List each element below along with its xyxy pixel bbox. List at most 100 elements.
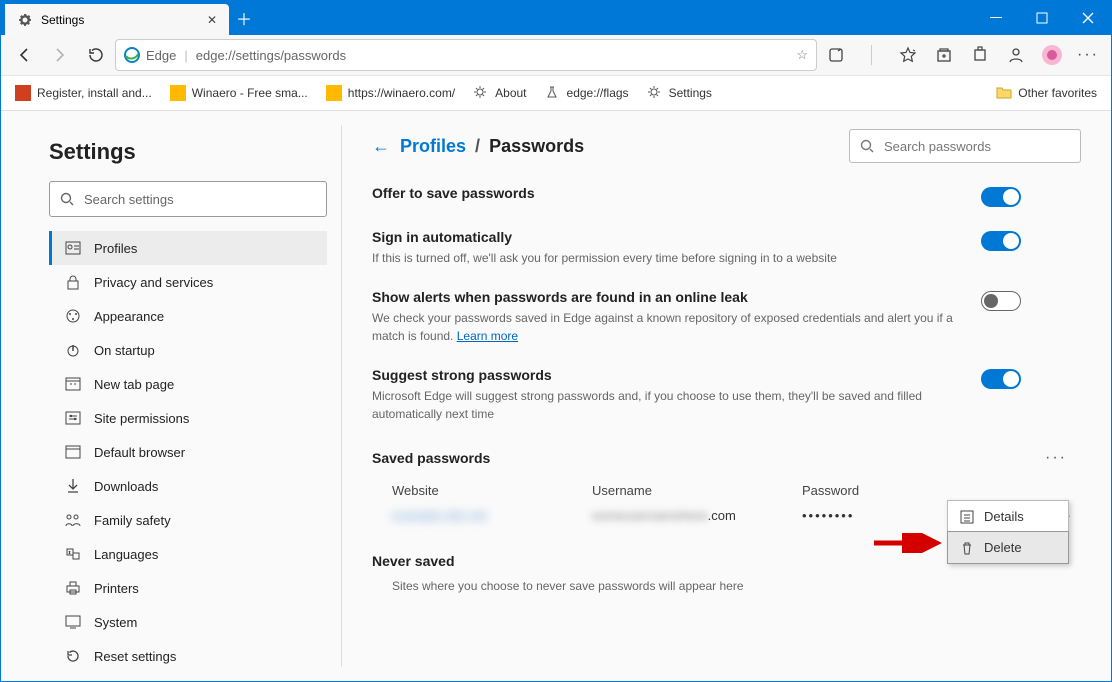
- setting-signin-desc: If this is turned off, we'll ask you for…: [372, 249, 981, 267]
- saved-website-value: example.site.net: [392, 508, 487, 523]
- tab-close-icon[interactable]: ✕: [207, 13, 217, 27]
- settings-main: ← Profiles / Passwords Search passwords …: [342, 111, 1111, 681]
- bookmarks-bar: Register, install and... Winaero - Free …: [1, 76, 1111, 111]
- col-password: Password: [802, 483, 962, 498]
- toolbar-favorites-button[interactable]: [891, 38, 925, 72]
- saved-password-row[interactable]: example.site.net someusernamehere.com ••…: [372, 508, 1081, 523]
- new-tab-button[interactable]: ＋: [229, 1, 259, 35]
- bookmark-item[interactable]: https://winaero.com/: [320, 81, 461, 105]
- toolbar-menu-button[interactable]: ···: [1071, 38, 1105, 72]
- gear-icon: [647, 85, 663, 101]
- learn-more-link[interactable]: Learn more: [457, 329, 518, 343]
- saved-username-value: someusernamehere: [592, 508, 708, 523]
- sidebar-item-downloads[interactable]: Downloads: [49, 469, 327, 503]
- address-bar[interactable]: Edge | edge://settings/passwords ☆: [115, 39, 817, 71]
- window-close-button[interactable]: [1065, 1, 1111, 35]
- gear-icon: [17, 12, 33, 28]
- window-maximize-button[interactable]: [1019, 1, 1065, 35]
- saved-username-suffix: .com: [708, 508, 736, 523]
- bookmark-item[interactable]: Winaero - Free sma...: [164, 81, 314, 105]
- context-item-delete[interactable]: Delete: [947, 531, 1069, 564]
- toolbar-divider: [855, 38, 889, 72]
- toggle-signin-auto[interactable]: [981, 231, 1021, 251]
- browser-toolbar: Edge | edge://settings/passwords ☆ ···: [1, 35, 1111, 76]
- sidebar-item-newtab[interactable]: New tab page: [49, 367, 327, 401]
- search-settings-input[interactable]: Search settings: [49, 181, 327, 217]
- breadcrumb: Profiles / Passwords: [400, 136, 584, 157]
- toolbar-collections-button[interactable]: [927, 38, 961, 72]
- password-context-menu: Details Delete: [947, 500, 1069, 564]
- saved-password-masked: ••••••••: [802, 508, 962, 523]
- toggle-leak-alerts[interactable]: [981, 291, 1021, 311]
- col-username: Username: [592, 483, 802, 498]
- toggle-offer-save[interactable]: [981, 187, 1021, 207]
- newtab-icon: [64, 377, 82, 391]
- sidebar-item-profiles[interactable]: Profiles: [49, 231, 327, 265]
- appearance-icon: [64, 308, 82, 324]
- settings-back-button[interactable]: ←: [372, 136, 390, 157]
- sidebar-item-phone[interactable]: Phone and other devices: [49, 673, 327, 681]
- bookmark-item[interactable]: About: [467, 81, 532, 105]
- nav-forward-button[interactable]: [43, 38, 77, 72]
- other-favorites-button[interactable]: Other favorites: [990, 81, 1103, 105]
- breadcrumb-parent[interactable]: Profiles: [400, 136, 466, 156]
- breadcrumb-current: Passwords: [489, 136, 584, 156]
- context-item-details[interactable]: Details: [948, 501, 1068, 532]
- details-icon: [960, 510, 974, 524]
- settings-sidebar: Settings Search settings Profiles Privac…: [1, 111, 341, 681]
- lock-icon: [64, 274, 82, 290]
- tab-title: Settings: [41, 13, 199, 27]
- search-settings-placeholder: Search settings: [84, 192, 174, 207]
- folder-icon: [996, 85, 1012, 101]
- languages-icon: [64, 547, 82, 561]
- system-icon: [64, 615, 82, 629]
- window-minimize-button[interactable]: [973, 1, 1019, 35]
- flask-icon: [545, 85, 561, 101]
- profile-card-icon: [64, 241, 82, 255]
- toolbar-read-aloud-button[interactable]: [819, 38, 853, 72]
- sidebar-item-system[interactable]: System: [49, 605, 327, 639]
- saved-passwords-title: Saved passwords: [372, 450, 1041, 466]
- saved-passwords-more-button[interactable]: ···: [1041, 449, 1071, 467]
- nav-refresh-button[interactable]: [79, 38, 113, 72]
- window-icon: [64, 445, 82, 459]
- bookmark-item[interactable]: Register, install and...: [9, 81, 158, 105]
- power-icon: [64, 342, 82, 358]
- gear-icon: [473, 85, 489, 101]
- sidebar-item-privacy[interactable]: Privacy and services: [49, 265, 327, 299]
- sidebar-item-reset[interactable]: Reset settings: [49, 639, 327, 673]
- setting-offer-save-title: Offer to save passwords: [372, 185, 981, 201]
- settings-title: Settings: [49, 139, 327, 165]
- sidebar-item-family[interactable]: Family safety: [49, 503, 327, 537]
- annotation-arrow-icon: [872, 533, 942, 553]
- sidebar-item-printers[interactable]: Printers: [49, 571, 327, 605]
- reset-icon: [64, 648, 82, 664]
- bookmark-item[interactable]: Settings: [641, 81, 718, 105]
- sidebar-item-sitepermissions[interactable]: Site permissions: [49, 401, 327, 435]
- sidebar-item-languages[interactable]: Languages: [49, 537, 327, 571]
- toolbar-profile-button[interactable]: [999, 38, 1033, 72]
- toolbar-extensions-button[interactable]: [963, 38, 997, 72]
- address-url: edge://settings/passwords: [196, 48, 346, 63]
- sliders-icon: [64, 411, 82, 425]
- browser-tab[interactable]: Settings ✕: [5, 4, 229, 35]
- search-passwords-placeholder: Search passwords: [884, 139, 991, 154]
- sidebar-item-appearance[interactable]: Appearance: [49, 299, 327, 333]
- bookmark-item[interactable]: edge://flags: [539, 81, 635, 105]
- never-saved-desc: Sites where you choose to never save pas…: [372, 579, 1081, 593]
- search-icon: [860, 139, 874, 153]
- trash-icon: [960, 541, 974, 555]
- sidebar-item-defaultbrowser[interactable]: Default browser: [49, 435, 327, 469]
- family-icon: [64, 513, 82, 527]
- toggle-suggest-strong[interactable]: [981, 369, 1021, 389]
- search-icon: [60, 192, 74, 206]
- toolbar-profile-avatar[interactable]: [1035, 38, 1069, 72]
- sidebar-item-startup[interactable]: On startup: [49, 333, 327, 367]
- setting-alerts-title: Show alerts when passwords are found in …: [372, 289, 981, 305]
- favorite-star-icon[interactable]: ☆: [796, 47, 808, 63]
- nav-back-button[interactable]: [7, 38, 41, 72]
- setting-alerts-desc: We check your passwords saved in Edge ag…: [372, 309, 981, 345]
- search-passwords-input[interactable]: Search passwords: [849, 129, 1081, 163]
- col-website: Website: [392, 483, 592, 498]
- setting-suggest-desc: Microsoft Edge will suggest strong passw…: [372, 387, 981, 423]
